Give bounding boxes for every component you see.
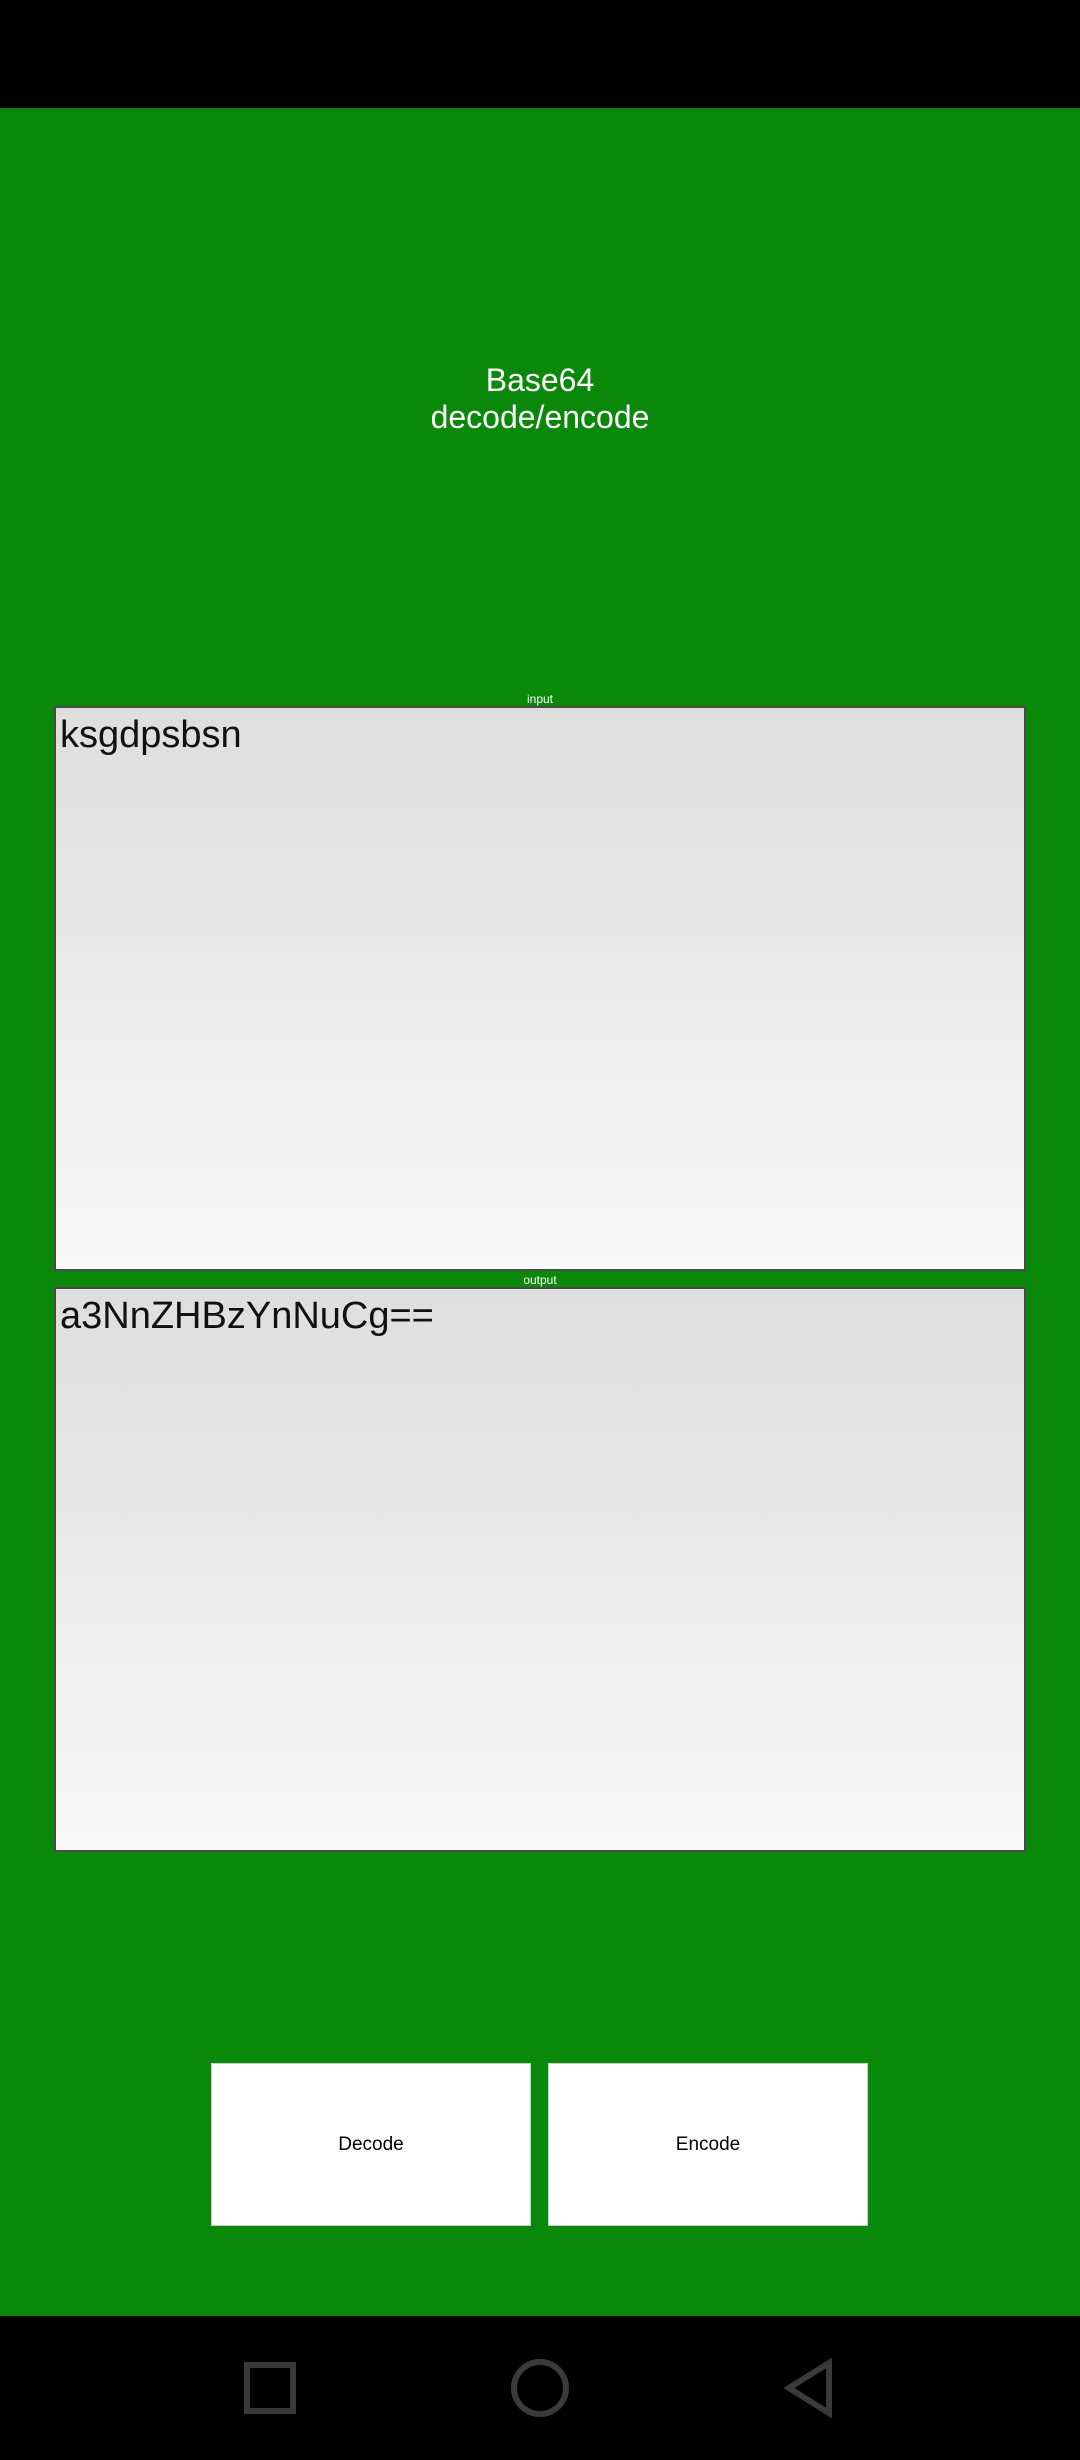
title-line-2: decode/encode	[430, 399, 650, 435]
input-label: input	[526, 692, 554, 706]
output-label: output	[523, 1273, 557, 1287]
square-icon	[244, 2362, 296, 2414]
back-button[interactable]	[770, 2348, 850, 2428]
app-screen: Base64 decode/encode input ksgdpsbsn out…	[0, 108, 1080, 2316]
recents-button[interactable]	[230, 2348, 310, 2428]
input-textarea[interactable]: ksgdpsbsn	[54, 706, 1026, 1271]
decode-button[interactable]: Decode	[211, 2063, 531, 2226]
output-textarea[interactable]: a3NnZHBzYnNuCg==	[54, 1287, 1026, 1852]
home-button[interactable]	[500, 2348, 580, 2428]
title-line-1: Base64	[485, 362, 595, 398]
status-bar	[0, 0, 1080, 108]
circle-icon	[511, 2359, 569, 2417]
page-title: Base64 decode/encode	[0, 362, 1080, 436]
navigation-bar	[0, 2316, 1080, 2460]
encode-button[interactable]: Encode	[548, 2063, 868, 2226]
triangle-back-icon	[783, 2358, 832, 2418]
